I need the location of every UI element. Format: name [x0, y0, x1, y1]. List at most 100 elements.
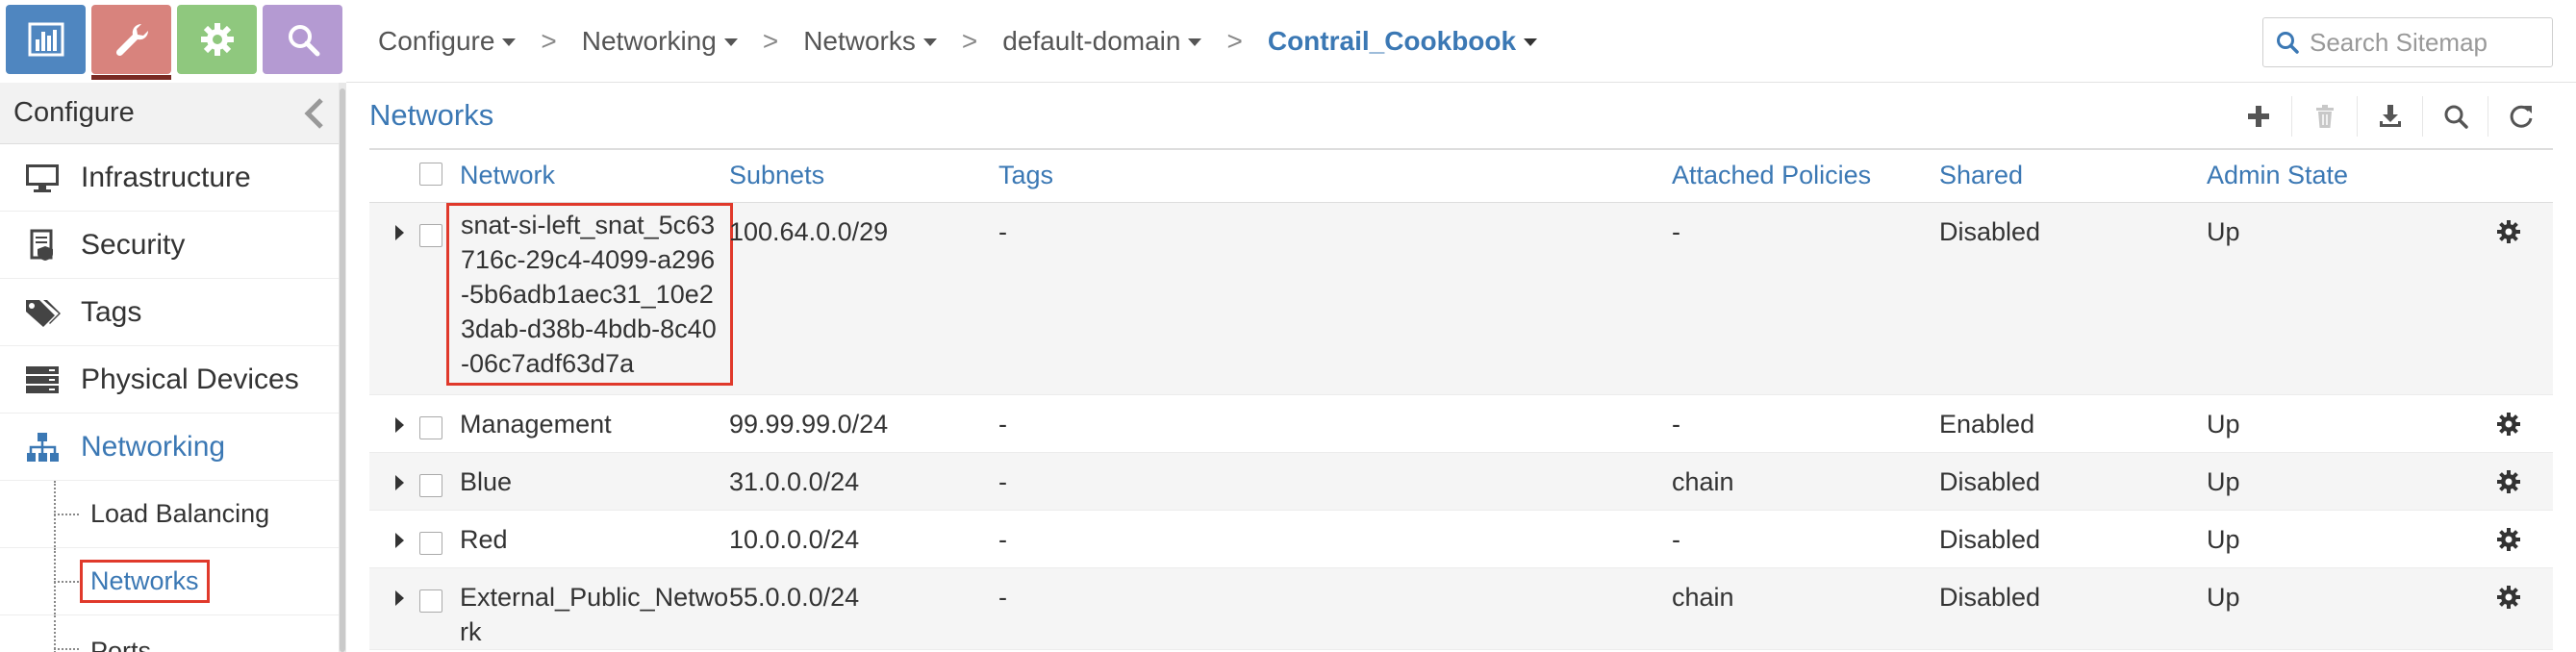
breadcrumb-configure[interactable]: Configure [378, 25, 517, 57]
expand-row-icon[interactable] [395, 532, 404, 548]
row-checkbox[interactable] [419, 589, 442, 613]
admin-state-cell: Up [2207, 216, 2240, 246]
tags-cell: - [998, 524, 1007, 554]
caret-down-icon [922, 38, 937, 46]
breadcrumb-networks[interactable]: Networks [803, 26, 937, 57]
sidebar-item-label: Infrastructure [81, 161, 251, 193]
network-name[interactable]: Management [460, 407, 612, 441]
sidebar-subitem-label: Load Balancing [90, 499, 270, 528]
search-icon [2277, 32, 2299, 54]
sidebar-item-tags[interactable]: Tags [0, 279, 339, 346]
tags-cell: - [998, 582, 1007, 612]
network-tree-icon [27, 432, 59, 462]
sidebar-title: Configure [13, 97, 135, 128]
sidebar-subitem-ports[interactable]: Ports [0, 615, 339, 652]
table-row[interactable]: snat-si-left_snat_5c63716c-29c4-4099-a29… [369, 202, 2553, 394]
subnets-cell: 55.0.0.0/24 [729, 582, 860, 612]
sidebar-item-label: Tags [81, 295, 142, 328]
expand-row-icon[interactable] [395, 589, 404, 606]
row-checkbox[interactable] [419, 223, 442, 247]
refresh-button[interactable] [2488, 96, 2553, 137]
network-name[interactable]: snat-si-left_snat_5c63716c-29c4-4099-a29… [446, 202, 733, 386]
search-input[interactable] [2310, 27, 2540, 58]
caret-down-icon [723, 38, 738, 46]
policies-cell: - [1672, 409, 1680, 439]
breadcrumb-project[interactable]: Contrail_Cookbook [1267, 25, 1538, 57]
search-sitemap [2262, 17, 2553, 67]
column-header-admin-state[interactable]: Admin State [2207, 150, 2495, 203]
table-row[interactable]: Red 10.0.0.0/24 - - Disabled Up [369, 510, 2553, 567]
network-name[interactable]: Blue [460, 464, 512, 499]
add-button[interactable] [2226, 96, 2291, 137]
gear-icon[interactable] [2495, 526, 2522, 553]
sidebar-subitem-label: Ports [90, 637, 152, 652]
admin-state-cell: Up [2207, 582, 2240, 612]
sidebar-item-label: Networking [81, 430, 226, 463]
sidebar-subitem-networks[interactable]: Networks [0, 548, 339, 615]
breadcrumb-separator: > [1226, 25, 1243, 56]
monitor-tab[interactable] [6, 5, 86, 74]
caret-down-icon [1524, 38, 1538, 46]
expand-row-icon[interactable] [395, 416, 404, 433]
sidebar-item-security[interactable]: Security [0, 212, 339, 279]
row-checkbox[interactable] [419, 415, 442, 439]
search-button[interactable] [2422, 96, 2488, 137]
table-row[interactable]: Management 99.99.99.0/24 - - Enabled Up [369, 394, 2553, 452]
networks-table: Network Subnets Tags Attached Policies S… [369, 150, 2553, 650]
column-header-attached-policies[interactable]: Attached Policies [1672, 150, 1939, 203]
sidebar-header: Configure [0, 83, 339, 144]
search-icon [2444, 105, 2468, 129]
column-header-tags[interactable]: Tags [998, 150, 1672, 203]
row-checkbox[interactable] [419, 531, 442, 555]
sidebar-item-networking[interactable]: Networking [0, 414, 339, 481]
sidebar-scrollbar[interactable] [339, 83, 346, 652]
breadcrumb-label: Configure [378, 25, 495, 56]
policies-cell: chain [1672, 582, 1734, 612]
expand-row-icon[interactable] [395, 224, 404, 240]
network-name[interactable]: Red [460, 522, 508, 557]
bar-chart-icon [28, 22, 63, 57]
header-actions-cell [2495, 150, 2553, 203]
configure-tab[interactable] [91, 5, 171, 80]
breadcrumb-label: Contrail_Cookbook [1267, 25, 1517, 56]
delete-button[interactable] [2291, 96, 2357, 137]
column-header-shared[interactable]: Shared [1939, 150, 2207, 203]
table-row[interactable]: Blue 31.0.0.0/24 - chain Disabled Up [369, 452, 2553, 510]
download-icon [2379, 105, 2401, 127]
sidebar-item-physical-devices[interactable]: Physical Devices [0, 346, 339, 414]
sidebar-subitem-label: Networks [80, 560, 210, 603]
breadcrumb-bar: Configure > Networking > Networks > defa… [346, 0, 2576, 83]
breadcrumb-separator: > [961, 25, 978, 56]
policies-cell: - [1672, 216, 1680, 246]
chevron-left-icon[interactable] [300, 96, 329, 131]
breadcrumb-domain[interactable]: default-domain [1002, 26, 1202, 57]
breadcrumb-networking[interactable]: Networking [582, 26, 738, 57]
tags-cell: - [998, 466, 1007, 496]
query-tab[interactable] [263, 5, 342, 74]
header-checkbox-cell [419, 150, 460, 203]
sidebar-subitem-load-balancing[interactable]: Load Balancing [0, 481, 339, 548]
subnets-cell: 100.64.0.0/29 [729, 216, 889, 246]
export-button[interactable] [2357, 96, 2422, 137]
settings-tab[interactable] [177, 5, 257, 74]
select-all-checkbox[interactable] [419, 163, 442, 187]
expand-row-icon[interactable] [395, 474, 404, 490]
gear-icon[interactable] [2495, 218, 2522, 245]
monitor-icon [26, 163, 59, 192]
column-header-network[interactable]: Network [460, 150, 729, 203]
network-name[interactable]: External_Public_Network [460, 580, 729, 649]
gear-icon[interactable] [2495, 468, 2522, 495]
gear-icon[interactable] [2495, 411, 2522, 438]
breadcrumb-label: Networking [581, 25, 717, 56]
column-header-subnets[interactable]: Subnets [729, 150, 998, 203]
sidebar-item-infrastructure[interactable]: Infrastructure [0, 144, 339, 212]
row-checkbox[interactable] [419, 473, 442, 497]
plus-icon [2248, 106, 2269, 127]
gear-icon[interactable] [2495, 584, 2522, 611]
subnets-cell: 10.0.0.0/24 [729, 524, 860, 554]
security-doc-icon [30, 229, 53, 261]
subnets-cell: 99.99.99.0/24 [729, 409, 889, 439]
table-row[interactable]: External_Public_Network 55.0.0.0/24 - ch… [369, 567, 2553, 649]
trash-icon [2315, 105, 2334, 128]
policies-cell: - [1672, 524, 1680, 554]
